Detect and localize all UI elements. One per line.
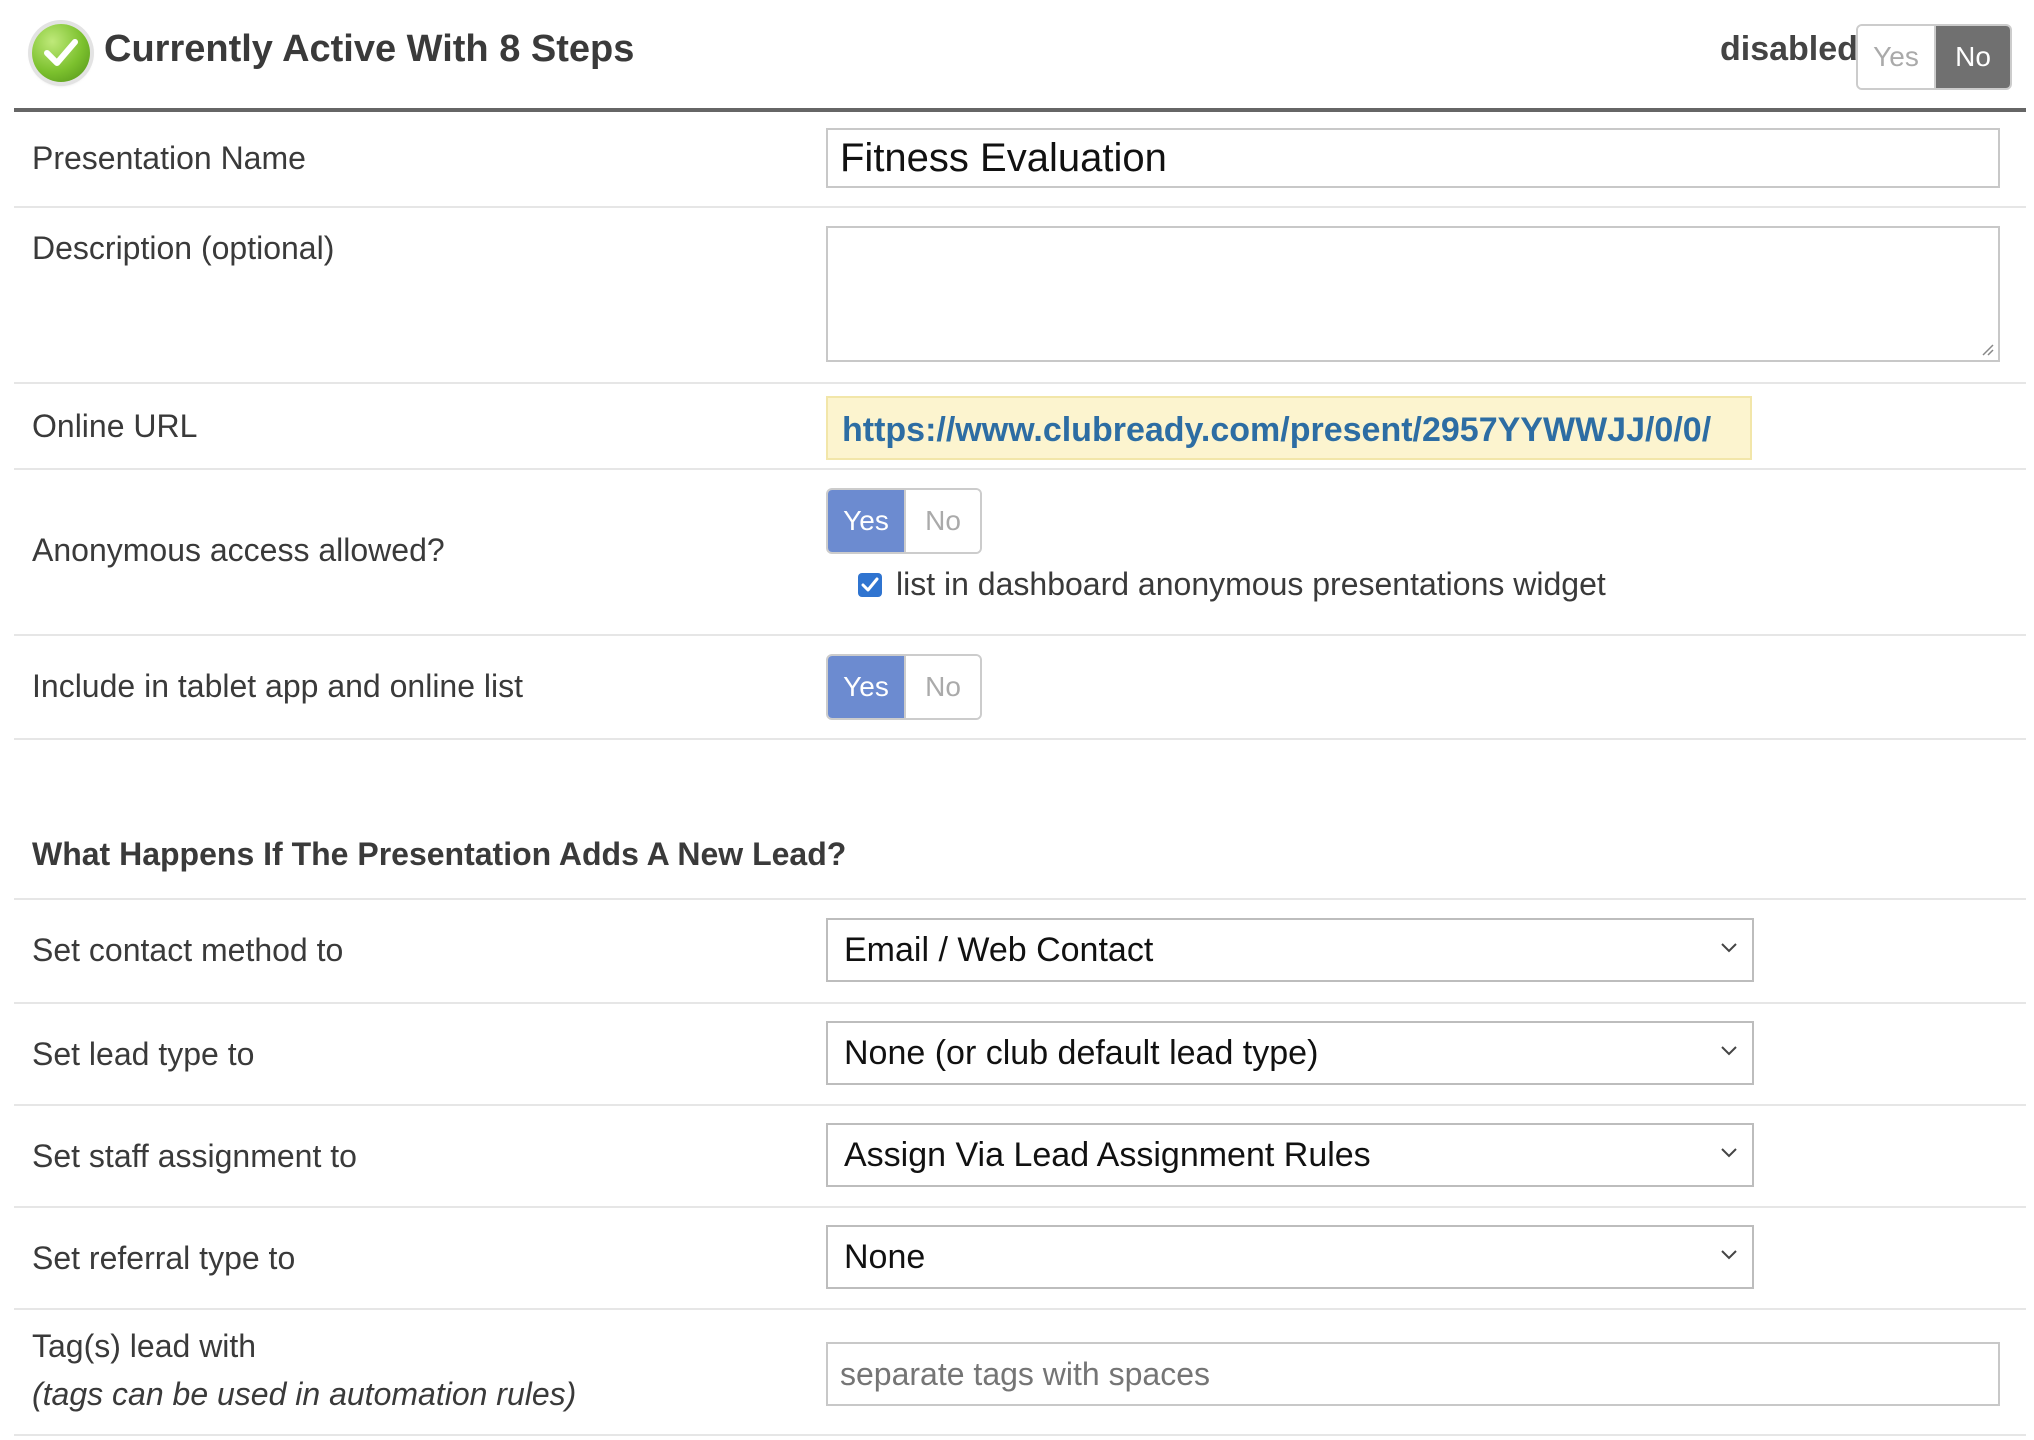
anonymous-access-row: Anonymous access allowed? Yes No <box>14 470 2026 636</box>
tablet-no-option[interactable]: No <box>904 656 980 718</box>
online-url-label: Online URL <box>32 408 198 444</box>
presentation-name-row: Presentation Name <box>14 112 2026 208</box>
tablet-app-row: Include in tablet app and online list Ye… <box>14 636 2026 740</box>
tags-label: Tag(s) lead with <box>32 1328 257 1364</box>
new-lead-section-heading: What Happens If The Presentation Adds A … <box>32 836 847 872</box>
presentation-name-input[interactable] <box>826 128 2000 188</box>
online-url-link[interactable]: https://www.clubready.com/present/2957YY… <box>826 396 1752 460</box>
contact-method-row: Set contact method to Email / Web Contac… <box>14 900 2026 1004</box>
referral-type-value: None <box>844 1238 926 1276</box>
lead-type-value: None (or club default lead type) <box>844 1034 1319 1072</box>
resize-grip-icon[interactable] <box>1980 342 1994 356</box>
anonymous-yes-option[interactable]: Yes <box>828 490 904 552</box>
staff-assignment-row: Set staff assignment to Assign Via Lead … <box>14 1106 2026 1208</box>
online-url-row: Online URL https://www.clubready.com/pre… <box>14 384 2026 470</box>
disabled-toggle: Yes No <box>1856 24 2012 90</box>
description-textarea[interactable] <box>826 226 2000 362</box>
referral-type-row: Set referral type to None <box>14 1208 2026 1310</box>
anonymous-access-label: Anonymous access allowed? <box>32 532 445 568</box>
presentation-name-label: Presentation Name <box>32 140 306 176</box>
contact-method-select[interactable]: Email / Web Contact <box>826 918 1754 982</box>
tablet-yes-option[interactable]: Yes <box>828 656 904 718</box>
staff-assignment-select[interactable]: Assign Via Lead Assignment Rules <box>826 1123 1754 1187</box>
lead-type-label: Set lead type to <box>32 1036 255 1072</box>
lead-type-select[interactable]: None (or club default lead type) <box>826 1021 1754 1085</box>
contact-method-label: Set contact method to <box>32 932 344 968</box>
description-row: Description (optional) <box>14 208 2026 384</box>
disabled-label: disabled <box>1720 30 1858 68</box>
check-circle-icon <box>32 24 90 82</box>
chevron-down-icon <box>1721 1046 1737 1056</box>
presentation-settings-page: Currently Active With 8 Steps disabled Y… <box>0 0 2034 1440</box>
tags-row: Tag(s) lead with (tags can be used in au… <box>14 1310 2026 1436</box>
tablet-app-toggle: Yes No <box>826 654 982 720</box>
staff-assignment-label: Set staff assignment to <box>32 1138 357 1174</box>
section-divider <box>14 870 2026 900</box>
chevron-down-icon <box>1721 1250 1737 1260</box>
staff-assignment-value: Assign Via Lead Assignment Rules <box>844 1136 1371 1174</box>
widget-checkbox-row: list in dashboard anonymous presentation… <box>858 566 1606 603</box>
chevron-down-icon <box>1721 1148 1737 1158</box>
anonymous-access-toggle: Yes No <box>826 488 982 554</box>
chevron-down-icon <box>1721 943 1737 953</box>
tags-sublabel: (tags can be used in automation rules) <box>32 1376 577 1412</box>
widget-checkbox[interactable] <box>858 572 882 597</box>
description-label: Description (optional) <box>32 230 335 266</box>
widget-checkbox-label[interactable]: list in dashboard anonymous presentation… <box>896 566 1606 603</box>
status-title: Currently Active With 8 Steps <box>104 28 635 70</box>
tags-input[interactable] <box>826 1342 2000 1406</box>
status-header: Currently Active With 8 Steps disabled Y… <box>14 0 2026 112</box>
anonymous-no-option[interactable]: No <box>904 490 980 552</box>
referral-type-label: Set referral type to <box>32 1240 296 1276</box>
disabled-yes-option[interactable]: Yes <box>1858 26 1934 88</box>
description-field-wrap <box>826 226 2000 362</box>
disabled-no-option[interactable]: No <box>1934 26 2010 88</box>
referral-type-select[interactable]: None <box>826 1225 1754 1289</box>
tablet-app-label: Include in tablet app and online list <box>32 668 524 704</box>
contact-method-value: Email / Web Contact <box>844 931 1154 969</box>
lead-type-row: Set lead type to None (or club default l… <box>14 1004 2026 1106</box>
